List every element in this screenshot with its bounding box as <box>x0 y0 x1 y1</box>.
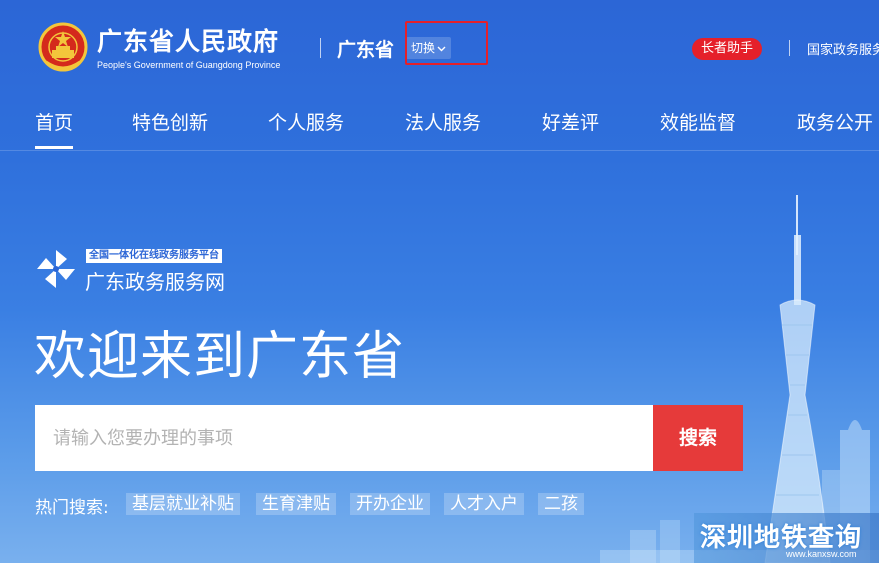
search-box <box>35 405 654 471</box>
elder-assistant-button[interactable]: 长者助手 <box>692 38 763 60</box>
national-emblem-icon <box>38 22 88 72</box>
brand-tagline: 全国一体化在线政务服务平台 <box>86 249 222 263</box>
site-subtitle: People's Government of Guangdong Provinc… <box>97 60 281 70</box>
search-input[interactable] <box>35 405 654 471</box>
hot-search-label: 热门搜索: <box>35 498 109 518</box>
nav-item-supervision[interactable]: 效能监督 <box>660 108 736 135</box>
pinwheel-logo-icon <box>37 250 75 288</box>
brand-name[interactable]: 广东政务服务网 <box>85 266 225 295</box>
nav-item-corporate[interactable]: 法人服务 <box>405 108 481 135</box>
hot-search-tag[interactable]: 基层就业补贴 <box>126 493 240 515</box>
national-service-link[interactable]: 国家政务服务 <box>807 39 879 58</box>
nav-item-personal[interactable]: 个人服务 <box>268 108 344 135</box>
site-header: 广东省人民政府 People's Government of Guangdong… <box>0 0 879 95</box>
nav-item-rating[interactable]: 好差评 <box>542 108 599 135</box>
main-nav: 首页 特色创新 个人服务 法人服务 好差评 效能监督 政务公开 <box>0 95 879 151</box>
search-button[interactable]: 搜索 <box>653 405 743 471</box>
hot-search-tag[interactable]: 开办企业 <box>350 493 430 515</box>
welcome-heading: 欢迎来到广东省 <box>34 327 406 387</box>
watermark: 深圳地铁查询 www.kanxsw.com <box>694 513 879 563</box>
canton-tower-image <box>764 195 831 563</box>
highlight-annotation-box <box>405 21 488 65</box>
nav-item-features[interactable]: 特色创新 <box>132 108 208 135</box>
watermark-url: www.kanxsw.com <box>786 549 857 559</box>
brand-block: 全国一体化在线政务服务平台 广东政务服务网 <box>35 246 265 296</box>
nav-item-disclosure[interactable]: 政务公开 <box>797 108 873 135</box>
header-divider <box>789 40 790 56</box>
region-name: 广东省 <box>337 39 395 61</box>
title-divider <box>320 38 321 58</box>
hot-search-tag[interactable]: 二孩 <box>538 493 584 515</box>
hot-search-tag[interactable]: 生育津贴 <box>256 493 336 515</box>
hot-search-tag[interactable]: 人才入户 <box>444 493 524 515</box>
site-title[interactable]: 广东省人民政府 <box>97 22 279 58</box>
nav-item-home[interactable]: 首页 <box>35 108 74 149</box>
